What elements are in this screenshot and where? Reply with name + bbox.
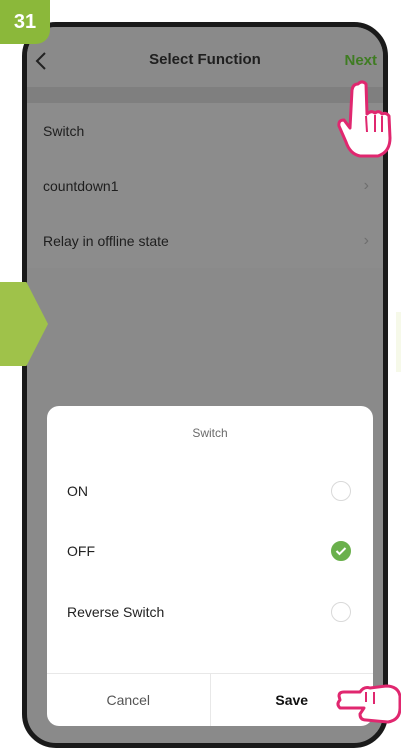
function-list: Switch countdown1 › Relay in offline sta…: [27, 103, 383, 268]
pointing-hand-icon: [336, 684, 401, 724]
list-item[interactable]: Relay in offline state ›: [27, 213, 383, 268]
decoration-strip: [396, 312, 401, 372]
list-item-label: countdown1: [43, 177, 119, 194]
app-screen: Select Function Next Switch countdown1 ›…: [27, 27, 383, 743]
chevron-right-icon: ›: [363, 176, 369, 194]
pointing-hand-icon: [337, 80, 392, 158]
sheet-actions: Cancel Save: [47, 673, 373, 726]
option-label: Reverse Switch: [67, 604, 165, 620]
list-item-label: Switch: [43, 122, 85, 139]
option-off[interactable]: OFF: [47, 521, 373, 581]
list-item-label: Relay in offline state: [43, 232, 169, 249]
page-title: Select Function: [149, 51, 261, 68]
option-label: OFF: [67, 543, 95, 559]
cancel-button[interactable]: Cancel: [47, 674, 211, 726]
radio-button[interactable]: [331, 481, 351, 501]
bottom-sheet: Switch ON OFF Reverse Switch Cancel Save: [47, 406, 373, 726]
list-item[interactable]: countdown1 ›: [27, 158, 383, 213]
header-bar: Select Function Next: [27, 27, 383, 87]
list-item[interactable]: Switch: [27, 103, 383, 158]
option-on[interactable]: ON: [47, 461, 373, 521]
radio-button[interactable]: [331, 541, 351, 561]
chevron-right-icon: ›: [363, 231, 369, 249]
sheet-title: Switch: [192, 426, 228, 440]
checkmark-icon: [335, 547, 347, 556]
option-reverse-switch[interactable]: Reverse Switch: [47, 582, 373, 642]
phone-frame: Select Function Next Switch countdown1 ›…: [22, 22, 388, 748]
radio-button[interactable]: [331, 602, 351, 622]
section-divider: [27, 87, 383, 103]
next-button[interactable]: Next: [344, 52, 377, 69]
option-label: ON: [67, 483, 88, 499]
step-badge: 31: [0, 0, 50, 44]
